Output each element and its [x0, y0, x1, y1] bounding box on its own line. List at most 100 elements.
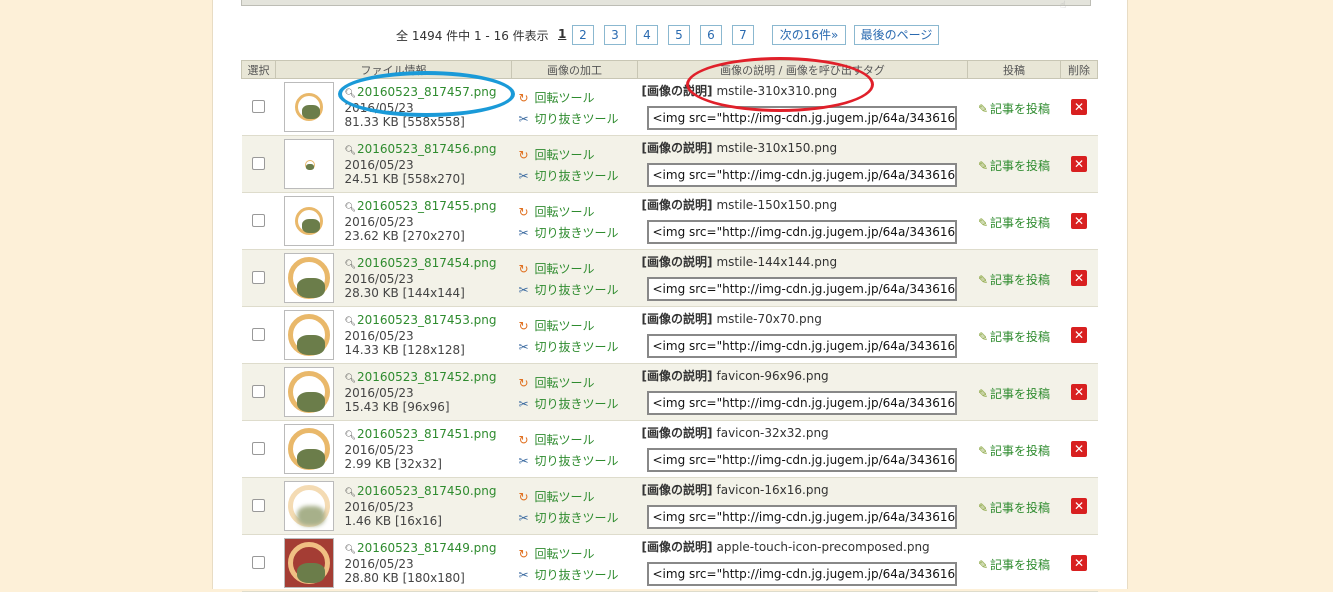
delete-icon[interactable]: ✕ — [1071, 270, 1087, 286]
file-name-link[interactable]: 🔍︎20160523_817456.png — [345, 142, 512, 158]
file-info-cell: 🔍︎20160523_817451.png 2016/05/23 2.99 KB [… — [341, 420, 512, 478]
thumbnail-image[interactable] — [283, 538, 334, 588]
thumbnail-image[interactable] — [283, 481, 334, 531]
rotate-tool-link[interactable]: ↻ 回転ツール — [516, 544, 638, 565]
crop-tool-link[interactable]: ✂ 切り抜きツール — [516, 394, 638, 415]
page-link-5[interactable]: 5 — [668, 25, 690, 45]
delete-icon[interactable]: ✕ — [1071, 156, 1087, 172]
rotate-tool-link[interactable]: ↻ 回転ツール — [516, 88, 638, 109]
post-article-link[interactable]: ✎ 記事を投稿 — [978, 501, 1050, 515]
rotate-icon: ↻ — [518, 376, 529, 390]
thumbnail-cell — [275, 420, 342, 478]
post-cell: ✎ 記事を投稿 — [967, 78, 1061, 136]
page-link-4[interactable]: 4 — [636, 25, 658, 45]
thumbnail-image[interactable] — [283, 139, 334, 189]
crop-tool-link[interactable]: ✂ 切り抜きツール — [516, 109, 638, 130]
file-name-link[interactable]: 🔍︎20160523_817454.png — [345, 256, 512, 272]
thumbnail-image[interactable] — [283, 196, 334, 246]
post-article-link[interactable]: ✎ 記事を投稿 — [978, 444, 1050, 458]
crop-tool-link[interactable]: ✂ 切り抜きツール — [516, 223, 638, 244]
image-tag-field[interactable]: <img src="http://img-cdn.jg.jugem.jp/64a… — [646, 334, 957, 358]
delete-icon[interactable]: ✕ — [1071, 384, 1087, 400]
scissors-icon: ✂ — [518, 340, 529, 354]
image-tag-field[interactable]: <img src="http://img-cdn.jg.jugem.jp/64a… — [646, 391, 957, 415]
image-tag-field[interactable]: <img src="http://img-cdn.jg.jugem.jp/64a… — [646, 220, 957, 244]
post-article-link[interactable]: ✎ 記事を投稿 — [978, 558, 1050, 572]
post-article-link[interactable]: ✎ 記事を投稿 — [978, 159, 1050, 173]
file-name-link[interactable]: 🔍︎20160523_817452.png — [345, 370, 512, 386]
delete-icon[interactable]: ✕ — [1071, 213, 1087, 229]
crop-tool-link[interactable]: ✂ 切り抜きツール — [516, 166, 638, 187]
post-article-link[interactable]: ✎ 記事を投稿 — [978, 273, 1050, 287]
image-tag-field[interactable]: <img src="http://img-cdn.jg.jugem.jp/64a… — [646, 562, 957, 586]
file-size: 28.80 KB [180x180] — [344, 571, 465, 585]
select-checkbox[interactable] — [252, 157, 265, 170]
rotate-tool-link[interactable]: ↻ 回転ツール — [516, 316, 638, 337]
thumbnail-cell — [275, 477, 342, 535]
delete-icon[interactable]: ✕ — [1071, 327, 1087, 343]
delete-icon[interactable]: ✕ — [1071, 99, 1087, 115]
select-checkbox[interactable] — [252, 271, 265, 284]
select-checkbox[interactable] — [252, 442, 265, 455]
post-article-link[interactable]: ✎ 記事を投稿 — [978, 216, 1050, 230]
select-checkbox[interactable] — [252, 100, 265, 113]
delete-icon[interactable]: ✕ — [1071, 441, 1087, 457]
crop-tool-link[interactable]: ✂ 切り抜きツール — [516, 565, 638, 586]
thumbnail-image[interactable] — [283, 367, 334, 417]
rotate-tool-link[interactable]: ↻ 回転ツール — [516, 487, 638, 508]
post-article-link[interactable]: ✎ 記事を投稿 — [978, 102, 1050, 116]
file-name: 20160523_817452.png — [356, 370, 497, 384]
delete-cell: ✕ — [1060, 534, 1098, 592]
post-article-link[interactable]: ✎ 記事を投稿 — [978, 330, 1050, 344]
page-link-3[interactable]: 3 — [604, 25, 626, 45]
crop-tool-link[interactable]: ✂ 切り抜きツール — [516, 337, 638, 358]
delete-icon[interactable]: ✕ — [1071, 555, 1087, 571]
description-value: favicon-16x16.png — [716, 483, 829, 497]
select-checkbox[interactable] — [252, 385, 265, 398]
image-tag-field[interactable]: <img src="http://img-cdn.jg.jugem.jp/64a… — [646, 106, 957, 130]
rotate-tool-link[interactable]: ↻ 回転ツール — [516, 430, 638, 451]
file-name-link[interactable]: 🔍︎20160523_817457.png — [345, 85, 512, 101]
rotate-tool-link[interactable]: ↻ 回転ツール — [516, 373, 638, 394]
select-cell — [241, 78, 276, 136]
image-tag-field[interactable]: <img src="http://img-cdn.jg.jugem.jp/64a… — [646, 277, 957, 301]
wreath-leaves-shape — [301, 105, 320, 119]
select-checkbox[interactable] — [252, 499, 265, 512]
post-article-link[interactable]: ✎ 記事を投稿 — [978, 387, 1050, 401]
page-link-6[interactable]: 6 — [700, 25, 722, 45]
last-page-button[interactable]: 最後のページ — [854, 25, 939, 45]
thumbnail-image[interactable] — [283, 310, 334, 360]
file-size: 14.33 KB [128x128] — [344, 343, 465, 357]
next-page-button[interactable]: 次の16件» — [772, 25, 846, 45]
file-name-link[interactable]: 🔍︎20160523_817449.png — [345, 541, 512, 557]
select-checkbox[interactable] — [252, 214, 265, 227]
rotate-tool-link[interactable]: ↻ 回転ツール — [516, 202, 638, 223]
header-file-info: ファイル情報 — [275, 60, 512, 79]
thumbnail-image[interactable] — [283, 253, 334, 303]
file-date: 2016/05/23 — [344, 500, 414, 514]
crop-label: 切り抜きツール — [534, 568, 619, 582]
rotate-tool-link[interactable]: ↻ 回転ツール — [516, 145, 638, 166]
scissors-icon: ✂ — [518, 226, 529, 240]
crop-tool-link[interactable]: ✂ 切り抜きツール — [516, 508, 638, 529]
select-checkbox[interactable] — [252, 556, 265, 569]
result-count: 全 1494 件中 1 - 16 件表示 — [396, 29, 549, 43]
file-name-link[interactable]: 🔍︎20160523_817451.png — [345, 427, 512, 443]
select-checkbox[interactable] — [252, 328, 265, 341]
file-name-link[interactable]: 🔍︎20160523_817453.png — [345, 313, 512, 329]
page-link-2[interactable]: 2 — [572, 25, 594, 45]
thumbnail-cell — [275, 363, 342, 421]
thumbnail-image[interactable] — [283, 424, 334, 474]
image-tag-field[interactable]: <img src="http://img-cdn.jg.jugem.jp/64a… — [646, 163, 957, 187]
rotate-tool-link[interactable]: ↻ 回転ツール — [516, 259, 638, 280]
file-name-link[interactable]: 🔍︎20160523_817455.png — [345, 199, 512, 215]
page-link-7[interactable]: 7 — [732, 25, 754, 45]
crop-tool-link[interactable]: ✂ 切り抜きツール — [516, 451, 638, 472]
image-tag-field[interactable]: <img src="http://img-cdn.jg.jugem.jp/64a… — [646, 505, 957, 529]
description-cell: [画像の説明] favicon-96x96.png <img src="http:/… — [637, 363, 968, 421]
delete-icon[interactable]: ✕ — [1071, 498, 1087, 514]
crop-tool-link[interactable]: ✂ 切り抜きツール — [516, 280, 638, 301]
file-name-link[interactable]: 🔍︎20160523_817450.png — [345, 484, 512, 500]
thumbnail-image[interactable] — [283, 82, 334, 132]
image-tag-field[interactable]: <img src="http://img-cdn.jg.jugem.jp/64a… — [646, 448, 957, 472]
